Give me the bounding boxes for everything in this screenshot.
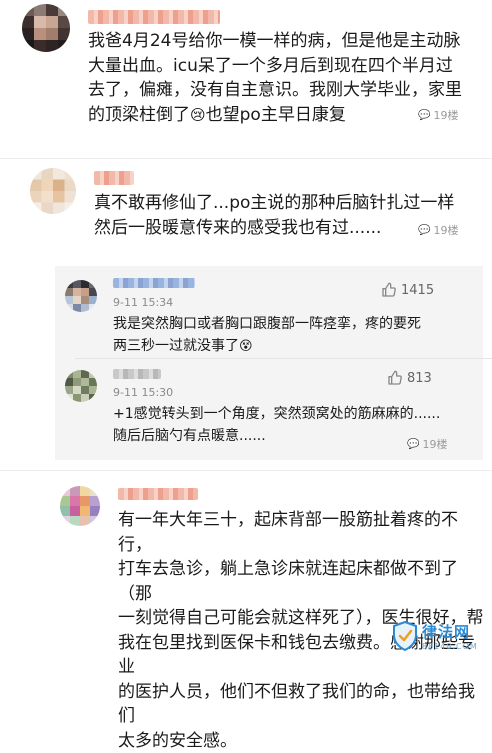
- comment-line: 太多的安全感。: [118, 729, 488, 753]
- reply-line: +1感觉转头到一个角度，突然颈窝处的筋麻麻的......: [113, 404, 481, 426]
- comment-icon: 💬: [418, 225, 430, 236]
- thumbs-up-icon: [387, 370, 403, 386]
- comment-line: 我爸4月24号给你一模一样的病，但是他是主动脉: [88, 29, 484, 54]
- avatar[interactable]: [65, 370, 97, 402]
- site-watermark: 律法网 88148.COM: [392, 616, 492, 656]
- comment-line: 大量出血。icu呆了一个多月后到现在四个半月过: [88, 54, 484, 79]
- comment-line: 有一年大年三十，起床背部一股筋扯着疼的不行，: [118, 508, 488, 557]
- floor-label: 💬 19楼: [407, 436, 447, 452]
- like-button[interactable]: 1415: [381, 282, 434, 298]
- reply-text: 我是突然胸口或者胸口跟腹部一阵痉挛，疼的要死 两三秒一过就没事了😵: [113, 314, 473, 357]
- shield-icon: [392, 621, 418, 651]
- reply-line: 两三秒一过就没事了😵: [113, 336, 473, 358]
- avatar[interactable]: [22, 4, 70, 52]
- like-count: 1415: [401, 283, 434, 298]
- avatar[interactable]: [65, 280, 97, 312]
- avatar[interactable]: [30, 168, 76, 214]
- comment-icon: 💬: [418, 110, 430, 121]
- username-blurred[interactable]: [118, 488, 198, 500]
- floor-number: 19楼: [433, 107, 458, 123]
- reply-time: 9-11 15:30: [113, 386, 173, 399]
- comment-line: 真不敢再修仙了...po主说的那种后脑针扎过一样: [94, 191, 484, 216]
- comment-line: 去了，偏瘫，没有自主意识。我刚大学毕业，家里: [88, 78, 484, 103]
- username-blurred[interactable]: [88, 10, 220, 24]
- floor-label: 💬 19楼: [418, 222, 458, 238]
- avatar[interactable]: [60, 486, 100, 526]
- comment-line-end: 也望po主早日康复: [206, 105, 346, 125]
- watermark-text: 律法网 88148.COM: [422, 621, 478, 651]
- thumbs-up-icon: [381, 282, 397, 298]
- reply-line-text: 两三秒一过就没事了: [113, 338, 239, 354]
- floor-label: 💬 19楼: [418, 107, 458, 123]
- username-blurred[interactable]: [94, 171, 134, 185]
- like-button[interactable]: 813: [387, 370, 432, 386]
- reply-time: 9-11 15:34: [113, 296, 173, 309]
- watermark-name: 律法网: [422, 621, 478, 642]
- reply-1: 9-11 15:34 1415 我是突然胸口或者胸口跟腹部一阵痉挛，疼的要死 两…: [55, 266, 483, 352]
- username-blurred[interactable]: [113, 278, 195, 288]
- comment-line: 打车去急诊，躺上急诊床就连起床都做不到了（那: [118, 557, 488, 606]
- floor-number: 19楼: [422, 436, 447, 452]
- reply-2: 9-11 15:30 813 +1感觉转头到一个角度，突然颈窝处的筋麻麻的...…: [55, 358, 483, 460]
- comment-post-1: 我爸4月24号给你一模一样的病，但是他是主动脉 大量出血。icu呆了一个多月后到…: [0, 0, 492, 160]
- watermark-url: 88148.COM: [422, 642, 478, 651]
- reply-line: 我是突然胸口或者胸口跟腹部一阵痉挛，疼的要死: [113, 314, 473, 336]
- like-count: 813: [407, 371, 432, 386]
- comment-line: 的医护人员，他们不但救了我们的命，也带给我们: [118, 680, 488, 729]
- replies-panel: 9-11 15:34 1415 我是突然胸口或者胸口跟腹部一阵痉挛，疼的要死 两…: [55, 266, 483, 460]
- comment-line-start: 的顶梁柱倒了: [88, 105, 190, 125]
- comment-icon: 💬: [407, 439, 419, 450]
- dizzy-emoji-icon: 😵: [239, 336, 253, 358]
- crying-emoji-icon: 😢: [190, 103, 206, 128]
- floor-number: 19楼: [433, 222, 458, 238]
- username-blurred[interactable]: [113, 369, 161, 379]
- comment-post-2: 真不敢再修仙了...po主说的那种后脑针扎过一样 然后一股暖意传来的感受我也有过…: [0, 158, 492, 260]
